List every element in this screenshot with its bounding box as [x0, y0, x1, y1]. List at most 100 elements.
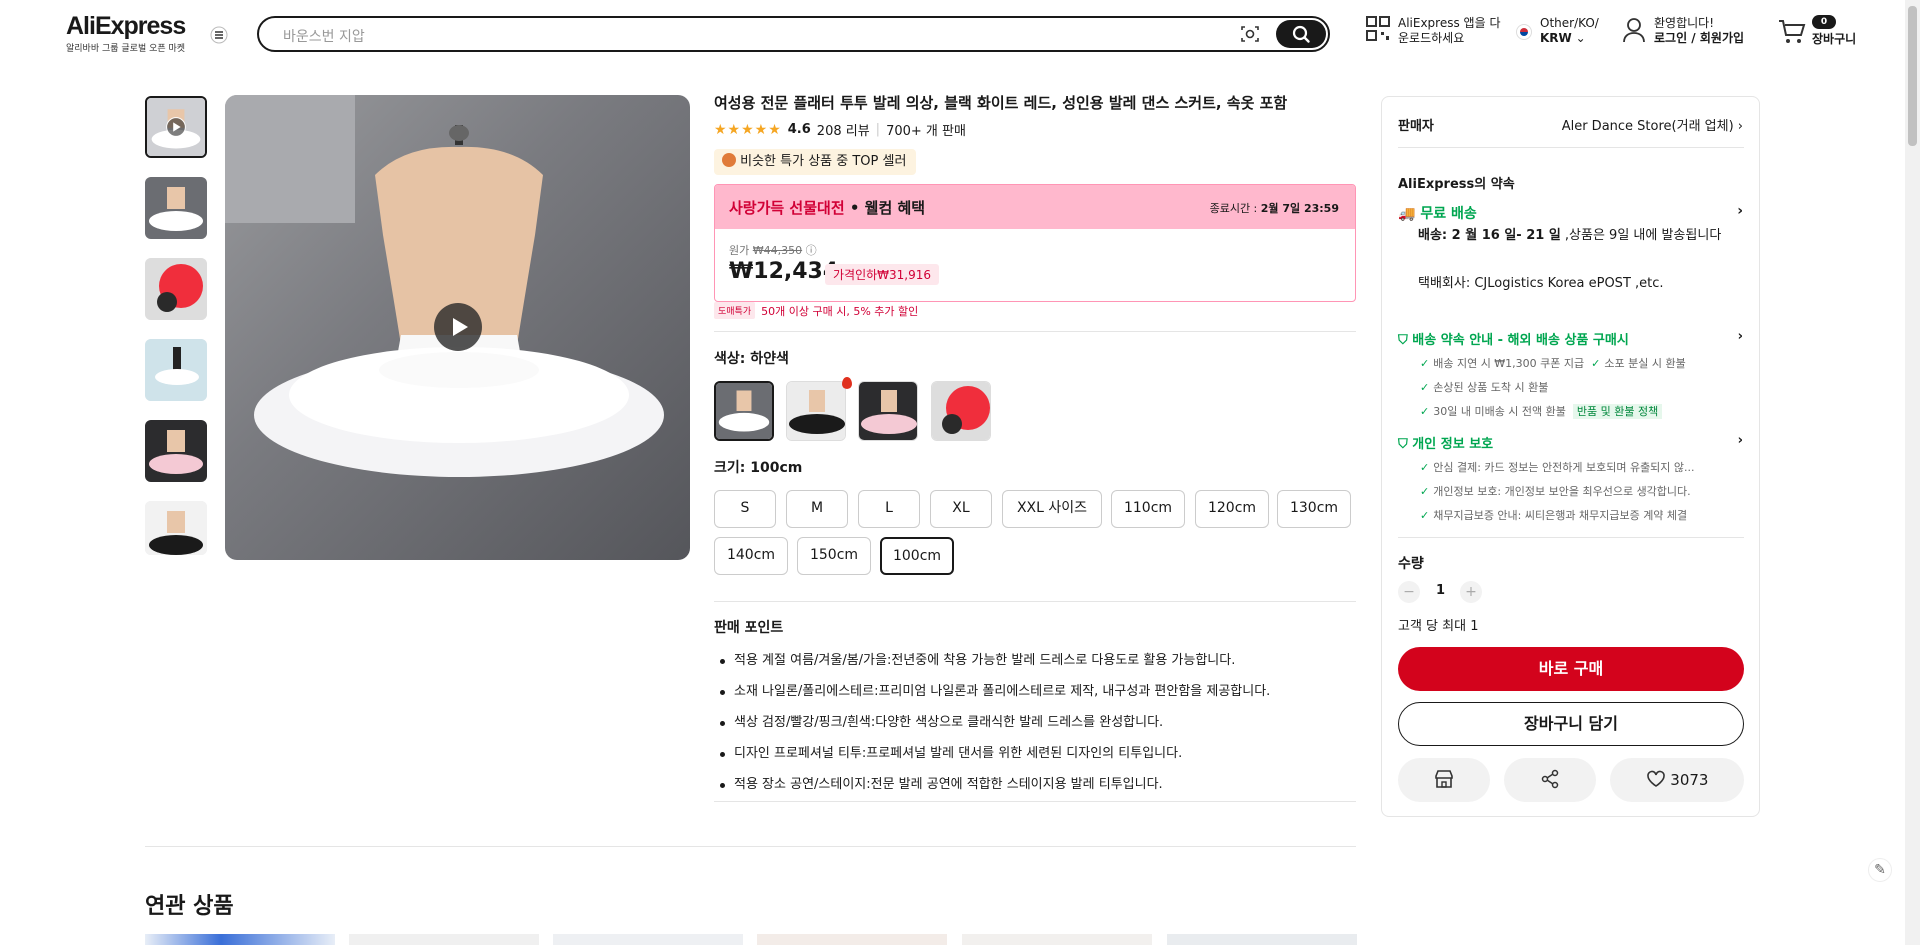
add-to-cart-button[interactable]: 장바구니 담기: [1398, 702, 1744, 746]
thumbnail-red-tutu[interactable]: [145, 258, 207, 320]
thumbnail-white-tutu[interactable]: [145, 177, 207, 239]
size-s[interactable]: S: [714, 490, 776, 528]
size-100cm[interactable]: 100cm: [880, 537, 954, 575]
search-bar[interactable]: 바운스번 지압: [257, 16, 1330, 52]
cart-icon: [1778, 18, 1806, 50]
region-selector[interactable]: Other/KO/KRW ⌄: [1516, 16, 1599, 46]
promo-welcome: • 웰컴 혜택: [844, 199, 926, 217]
region-currency: KRW: [1540, 31, 1572, 45]
page-scrollbar[interactable]: [1905, 0, 1920, 945]
divider: [714, 331, 1356, 332]
original-price: 원가 ₩44,350 ⓘ: [729, 244, 817, 257]
size-150cm[interactable]: 150cm: [797, 537, 871, 575]
share-button[interactable]: [1504, 758, 1596, 802]
privacy-title: 개인 정보 보호: [1412, 437, 1494, 452]
return-policy-link[interactable]: 반품 및 환불 정책: [1572, 404, 1663, 419]
login-signup-link[interactable]: 로그인 / 회원가입: [1654, 31, 1744, 45]
size-120cm[interactable]: 120cm: [1195, 490, 1269, 528]
color-option-black[interactable]: [786, 381, 846, 441]
related-product-card[interactable]: [1167, 934, 1357, 945]
free-shipping-row[interactable]: 🚚 무료 배송 ›: [1398, 203, 1743, 223]
thumbnail-pink-tutu[interactable]: [145, 420, 207, 482]
size-130cm[interactable]: 130cm: [1277, 490, 1351, 528]
thumbnail-video[interactable]: [145, 96, 207, 158]
feedback-edit-icon[interactable]: ✎: [1868, 858, 1892, 882]
guarantee-item: ✓ 30일 내 미배송 시 전액 환불 반품 및 환불 정책: [1420, 403, 1743, 419]
wishlist-button[interactable]: 3073: [1610, 758, 1744, 802]
quantity-increase-button[interactable]: +: [1460, 581, 1482, 603]
search-button[interactable]: [1276, 20, 1326, 48]
related-product-card[interactable]: [553, 934, 743, 945]
thumbnail-dancer[interactable]: [145, 339, 207, 401]
color-option-white[interactable]: [714, 381, 774, 441]
rating-row[interactable]: ★★★★★ 4.6 208 리뷰 | 700+ 개 판매: [714, 120, 966, 140]
welcome-text: 환영합니다!: [1654, 16, 1715, 30]
selling-point: 적용 계절 여름/겨울/봄/가을:전년중에 착용 가능한 발레 드레스로 다용도…: [714, 645, 1354, 676]
sale-price: ₩12,434: [729, 259, 839, 284]
main-product-image[interactable]: [225, 95, 690, 560]
qr-code-icon: [1366, 16, 1390, 46]
guarantee-title: 배송 약속 안내 - 해외 배송 상품 구매시: [1412, 333, 1629, 348]
size-l[interactable]: L: [858, 490, 920, 528]
search-input[interactable]: 바운스번 지압: [283, 26, 365, 46]
related-products-title: 연관 상품: [145, 894, 234, 919]
privacy-row[interactable]: ⛉ 개인 정보 보호 ›: [1398, 433, 1743, 452]
shield-check-icon: ⛉: [1398, 437, 1408, 452]
purchase-sidebar: 판매자 Aler Dance Store(거래 업체) › AliExpress…: [1381, 96, 1760, 817]
selling-points-title: 판매 포인트: [714, 620, 784, 636]
divider: [1398, 147, 1744, 148]
selling-point: 색상 검정/빨강/핑크/흰색:다양한 색상으로 클래식한 발레 드레스를 완성합…: [714, 707, 1354, 738]
logo-text: AliExpress: [66, 12, 186, 40]
selling-point: 적용 장소 공연/스테이지:전문 발레 공연에 적합한 스테이지용 발레 티투입…: [714, 769, 1354, 800]
color-option-pink[interactable]: [858, 381, 918, 441]
size-m[interactable]: M: [786, 490, 848, 528]
size-140cm[interactable]: 140cm: [714, 537, 788, 575]
bulk-tag: 도매특가: [714, 302, 756, 319]
seller-name[interactable]: Aler Dance Store(거래 업체): [1562, 119, 1734, 134]
related-product-card[interactable]: [145, 934, 335, 945]
delivery-info: 배송: 2 월 16 일- 21 일 ,상품은 9일 내에 발송됩니다: [1418, 228, 1722, 243]
info-icon[interactable]: ⓘ: [806, 244, 817, 257]
privacy-item: ✓ 안심 결제: 카드 정보는 안전하게 보호되며 유출되지 않...: [1420, 461, 1695, 474]
logo-subtitle: 알리바바 그룹 글로벌 오픈 마켓: [66, 44, 186, 54]
app-download[interactable]: AliExpress 앱을 다 운로드하세요: [1366, 16, 1500, 46]
size-110cm[interactable]: 110cm: [1111, 490, 1185, 528]
review-count[interactable]: 208 리뷰: [817, 120, 870, 139]
color-option-red[interactable]: [931, 381, 991, 441]
app-download-line2: 운로드하세요: [1398, 31, 1465, 45]
account-menu[interactable]: 환영합니다! 로그인 / 회원가입: [1622, 16, 1744, 48]
heart-icon: [1646, 770, 1666, 789]
hot-flame-icon: [842, 377, 852, 389]
truck-icon: 🚚: [1398, 206, 1416, 222]
related-product-card[interactable]: [349, 934, 539, 945]
quantity-decrease-button[interactable]: −: [1398, 581, 1420, 603]
aliexpress-logo[interactable]: AliExpress 알리바바 그룹 글로벌 오픈 마켓: [66, 12, 186, 54]
color-label: 색상: 하얀색: [714, 351, 789, 367]
seller-label: 판매자: [1398, 119, 1434, 134]
chevron-right-icon: ›: [1737, 329, 1743, 344]
share-icon: [1540, 769, 1560, 789]
promo-box: 사랑가득 선물대전 • 웰컴 혜택 종료시간 : 2월 7일 23:59 원가 …: [714, 184, 1356, 302]
delivery-guarantee-row[interactable]: ⛉ 배송 약속 안내 - 해외 배송 상품 구매시 ›: [1398, 329, 1743, 348]
menu-icon[interactable]: [210, 26, 228, 44]
size-xxl[interactable]: XXL 사이즈: [1002, 490, 1102, 528]
top-seller-badge[interactable]: 비슷한 특가 상품 중 TOP 셀러: [714, 149, 917, 175]
chevron-right-icon: ›: [1737, 433, 1743, 448]
size-xl[interactable]: XL: [930, 490, 992, 528]
related-product-card[interactable]: [757, 934, 947, 945]
divider: [1398, 537, 1744, 538]
cart-count-badge: 0: [1812, 15, 1836, 29]
scrollbar-thumb[interactable]: [1908, 6, 1917, 146]
store-button[interactable]: [1398, 758, 1490, 802]
quantity-value[interactable]: 1: [1436, 583, 1445, 598]
cart-label: 장바구니: [1812, 32, 1857, 46]
image-search-icon[interactable]: [1240, 24, 1260, 44]
related-product-card[interactable]: [962, 934, 1152, 945]
thumbnail-black-tutu[interactable]: [145, 501, 207, 555]
shield-check-icon: ⛉: [1398, 333, 1408, 348]
buy-now-button[interactable]: 바로 구매: [1398, 647, 1744, 691]
divider: [714, 801, 1356, 802]
seller-row[interactable]: 판매자 Aler Dance Store(거래 업체) ›: [1398, 115, 1743, 134]
play-video-icon[interactable]: [434, 303, 482, 351]
chevron-down-icon: ⌄: [1575, 31, 1586, 45]
